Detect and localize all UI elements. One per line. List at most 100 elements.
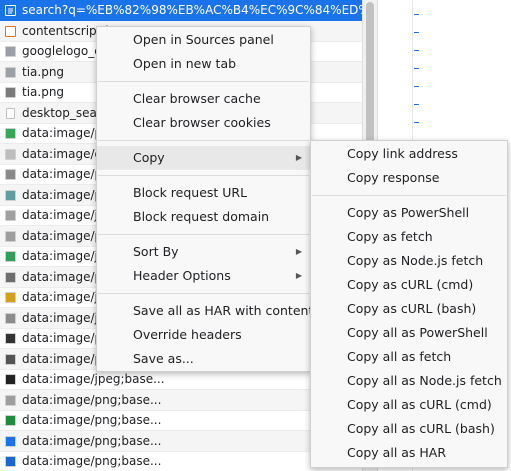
menu-item-label: Copy as cURL (bash) <box>347 301 477 316</box>
image-thumb-icon <box>5 394 16 406</box>
image-thumb-icon <box>5 435 16 447</box>
menu-item-header-options[interactable]: Header Options ▶ <box>97 264 310 288</box>
menu-item-label: Copy all as cURL (bash) <box>347 421 495 436</box>
request-row[interactable]: data:image/png;base... <box>0 389 362 411</box>
menu-separator <box>98 175 309 176</box>
menu-item-copy-all-as-fetch[interactable]: Copy all as fetch <box>311 345 507 369</box>
menu-item-label: Clear browser cookies <box>133 115 271 130</box>
menu-item-label: Save as... <box>133 351 194 366</box>
menu-item-label: Copy as PowerShell <box>347 205 470 220</box>
image-thumb-icon <box>5 415 16 426</box>
menu-item-copy[interactable]: Copy ▶ <box>97 146 310 170</box>
menu-item-label: Copy link address <box>347 146 458 161</box>
image-icon <box>5 46 16 57</box>
file-icon <box>6 107 15 119</box>
menu-item-copy-as-curl-cmd[interactable]: Copy as cURL (cmd) <box>311 273 507 297</box>
image-thumb-icon <box>5 271 16 283</box>
menu-item-copy-as-powershell[interactable]: Copy as PowerShell <box>311 201 507 225</box>
submenu-arrow-icon: ▶ <box>295 271 302 280</box>
request-row-selected[interactable]: search?q=%EB%82%98%EB%AC%B4%EC%9C%84%ED%… <box>0 0 362 21</box>
waterfall-bar <box>414 14 419 15</box>
document-icon <box>5 5 16 16</box>
waterfall-bar <box>414 68 419 69</box>
image-thumb-icon <box>5 210 16 221</box>
request-name: data:image/jpeg;base... <box>22 372 165 386</box>
menu-item-label: Block request URL <box>133 185 248 200</box>
image-thumb-icon <box>5 374 16 385</box>
request-name: tia.png <box>22 85 65 99</box>
menu-item-override-headers[interactable]: Override headers <box>97 323 310 347</box>
menu-item-label: Override headers <box>133 327 242 342</box>
image-thumb-icon <box>5 148 16 160</box>
image-thumb-icon <box>5 333 16 344</box>
waterfall-bar <box>414 122 419 123</box>
menu-item-copy-all-as-har[interactable]: Copy all as HAR <box>311 441 507 465</box>
submenu-arrow-icon: ▶ <box>295 247 302 256</box>
menu-item-label: Block request domain <box>133 209 270 224</box>
image-thumb-icon <box>5 189 16 201</box>
scrollbar-thumb[interactable] <box>366 2 374 162</box>
request-name: search?q=%EB%82%98%EB%AC%B4%EC%9C%84%ED%… <box>22 3 362 17</box>
menu-item-label: Header Options <box>133 268 231 283</box>
menu-item-sort-by[interactable]: Sort By ▶ <box>97 240 310 264</box>
request-row[interactable]: data:image/jpeg;base... <box>0 369 362 390</box>
menu-item-copy-response[interactable]: Copy response <box>311 166 507 190</box>
menu-item-label: Clear browser cache <box>133 91 261 106</box>
menu-item-copy-all-as-powershell[interactable]: Copy all as PowerShell <box>311 321 507 345</box>
menu-item-copy-as-curl-bash[interactable]: Copy as cURL (bash) <box>311 297 507 321</box>
request-name: tia.png <box>22 64 65 79</box>
waterfall-bar <box>414 32 419 33</box>
menu-item-copy-all-as-curl-bash[interactable]: Copy all as cURL (bash) <box>311 417 507 441</box>
waterfall-bar <box>414 50 419 51</box>
image-icon <box>5 87 16 98</box>
menu-item-copy-as-node-js-fetch[interactable]: Copy as Node.js fetch <box>311 249 507 273</box>
image-icon <box>5 66 16 78</box>
menu-item-label: Open in Sources panel <box>133 32 274 47</box>
image-thumb-icon <box>5 251 16 262</box>
menu-separator <box>98 293 309 294</box>
menu-item-label: Open in new tab <box>133 56 237 71</box>
menu-item-label: Copy as Node.js fetch <box>347 253 484 268</box>
request-name: data:image/png;base... <box>22 433 162 448</box>
request-context-menu: Open in Sources panel Open in new tab Clea… <box>96 26 314 372</box>
menu-item-copy-as-fetch[interactable]: Copy as fetch <box>311 225 507 249</box>
menu-item-clear-browser-cache[interactable]: Clear browser cache <box>97 87 310 111</box>
menu-item-label: Copy all as cURL (cmd) <box>347 397 492 412</box>
menu-item-open-in-sources-panel[interactable]: Open in Sources panel <box>97 28 310 52</box>
menu-separator <box>98 140 309 141</box>
menu-item-label: Copy as fetch <box>347 229 433 244</box>
menu-item-label: Copy all as fetch <box>347 349 452 364</box>
menu-item-clear-browser-cookies[interactable]: Clear browser cookies <box>97 111 310 135</box>
menu-separator <box>312 195 506 196</box>
request-name: data:image/png;base... <box>22 392 162 407</box>
image-thumb-icon <box>5 230 16 242</box>
menu-item-label: Copy <box>133 150 165 165</box>
menu-item-save-all-as-har-with-content[interactable]: Save all as HAR with content <box>97 299 314 323</box>
image-thumb-icon <box>5 312 16 324</box>
menu-item-copy-link-address[interactable]: Copy link address <box>311 142 507 166</box>
image-thumb-icon <box>5 292 16 303</box>
menu-separator <box>98 81 309 82</box>
menu-item-copy-all-as-node-js-fetch[interactable]: Copy all as Node.js fetch <box>311 369 507 393</box>
image-thumb-icon <box>5 169 16 180</box>
request-row[interactable]: data:image/png;base... <box>0 430 362 452</box>
menu-item-block-request-domain[interactable]: Block request domain <box>97 205 310 229</box>
menu-item-label: Copy all as Node.js fetch <box>347 373 502 388</box>
image-thumb-icon <box>5 456 16 467</box>
copy-submenu: Copy link address Copy response Copy as Po… <box>310 140 508 468</box>
waterfall-bar <box>414 86 419 87</box>
request-row[interactable]: data:image/png;base... <box>0 451 362 471</box>
image-thumb-icon <box>5 128 16 139</box>
menu-item-label: Save all as HAR with content <box>133 303 314 318</box>
menu-item-label: Sort By <box>133 244 179 259</box>
menu-item-save-as[interactable]: Save as... <box>97 347 310 371</box>
menu-item-open-in-new-tab[interactable]: Open in new tab <box>97 52 310 76</box>
menu-item-label: Copy response <box>347 170 440 185</box>
menu-item-label: Copy all as HAR <box>347 445 447 460</box>
menu-item-copy-all-as-curl-cmd[interactable]: Copy all as cURL (cmd) <box>311 393 507 417</box>
image-thumb-icon <box>5 353 16 365</box>
menu-item-block-request-url[interactable]: Block request URL <box>97 181 310 205</box>
menu-item-label: Copy as cURL (cmd) <box>347 277 474 292</box>
script-icon <box>5 25 16 37</box>
request-row[interactable]: data:image/png;base... <box>0 410 362 431</box>
